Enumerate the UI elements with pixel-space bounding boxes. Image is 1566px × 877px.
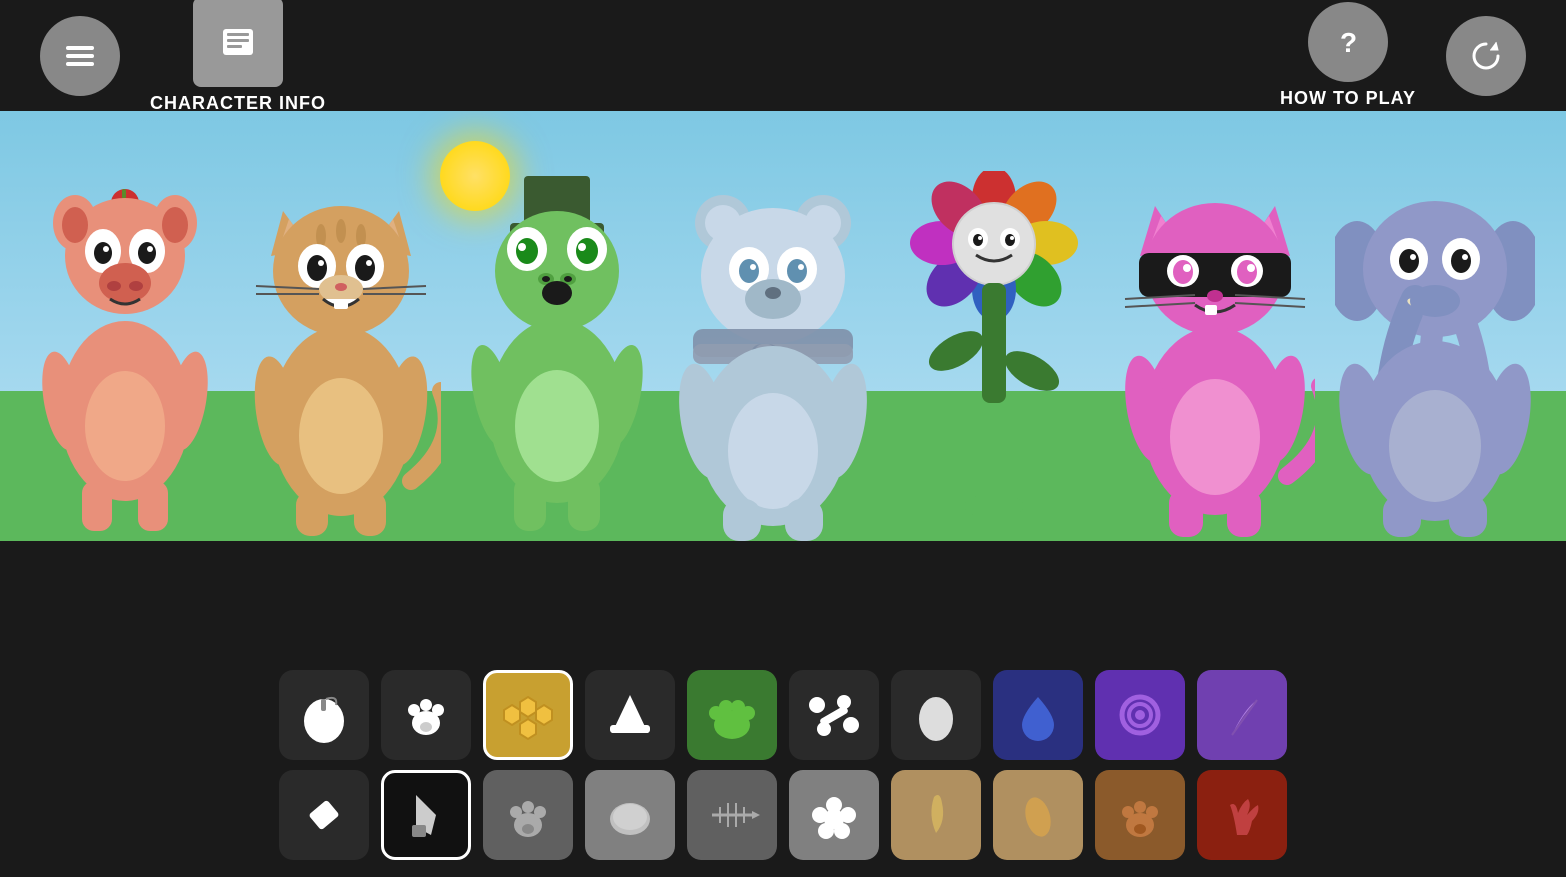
- hat-icon: [600, 685, 660, 745]
- flower-svg: [894, 171, 1094, 541]
- cat-svg: [241, 181, 441, 541]
- masked-cat-svg: [1115, 181, 1315, 541]
- frog-character[interactable]: [462, 171, 652, 541]
- tool-seed[interactable]: [993, 770, 1083, 860]
- bone-icon: [804, 685, 864, 745]
- characters-row: [0, 171, 1566, 541]
- tool-paw[interactable]: [381, 670, 471, 760]
- stone-icon: [600, 785, 660, 845]
- bottom-toolbar: [0, 652, 1566, 877]
- tool-eraser[interactable]: [279, 770, 369, 860]
- tool-paw-brown[interactable]: [1095, 770, 1185, 860]
- fishbone-icon: [702, 785, 762, 845]
- tool-snail[interactable]: [1095, 670, 1185, 760]
- tool-claw[interactable]: [891, 770, 981, 860]
- flower-puff-icon: [804, 785, 864, 845]
- tool-paw-gray[interactable]: [483, 770, 573, 860]
- menu-icon: [60, 36, 100, 76]
- character-info-label: CHARACTER INFO: [150, 93, 326, 114]
- scene: [0, 111, 1566, 541]
- apple-icon: [294, 685, 354, 745]
- tool-knife[interactable]: [381, 770, 471, 860]
- tool-drop[interactable]: [993, 670, 1083, 760]
- top-bar: CHARACTER INFO ? HOW TO PLAY: [0, 0, 1566, 111]
- paw-icon: [396, 685, 456, 745]
- character-info-button-group[interactable]: CHARACTER INFO: [150, 0, 326, 114]
- elephant-character[interactable]: [1335, 181, 1535, 541]
- tool-frog-hand[interactable]: [687, 670, 777, 760]
- character-info-button[interactable]: [193, 0, 283, 87]
- tool-egg[interactable]: [891, 670, 981, 760]
- how-to-play-label: HOW TO PLAY: [1280, 88, 1416, 109]
- cat-character[interactable]: [241, 181, 441, 541]
- claw-icon: [906, 785, 966, 845]
- tool-honeycomb[interactable]: [483, 670, 573, 760]
- frog-svg: [462, 171, 652, 541]
- paw-brown-icon: [1110, 785, 1170, 845]
- snail-icon: [1110, 685, 1170, 745]
- tool-antler[interactable]: [1197, 770, 1287, 860]
- pig-character[interactable]: [30, 181, 220, 541]
- reset-button[interactable]: [1446, 16, 1526, 96]
- svg-text:?: ?: [1340, 27, 1357, 58]
- menu-button-group[interactable]: [40, 16, 120, 96]
- masked-cat-character[interactable]: [1115, 181, 1315, 541]
- tool-fishbone[interactable]: [687, 770, 777, 860]
- eraser-icon: [294, 785, 354, 845]
- tool-feather[interactable]: [1197, 670, 1287, 760]
- reset-icon: [1466, 36, 1506, 76]
- question-icon: ?: [1328, 22, 1368, 62]
- top-left-buttons: CHARACTER INFO: [40, 0, 326, 114]
- drop-icon: [1008, 685, 1068, 745]
- reset-button-group[interactable]: [1446, 16, 1526, 96]
- tool-flower-puff[interactable]: [789, 770, 879, 860]
- knife-icon: [396, 785, 456, 845]
- tool-hat[interactable]: [585, 670, 675, 760]
- how-to-play-button[interactable]: ?: [1308, 2, 1388, 82]
- tool-apple[interactable]: [279, 670, 369, 760]
- frog-hand-icon: [702, 685, 762, 745]
- character-info-icon: [218, 22, 258, 62]
- elephant-svg: [1335, 181, 1535, 541]
- menu-button[interactable]: [40, 16, 120, 96]
- flower-character[interactable]: [894, 171, 1094, 541]
- bear-svg: [673, 181, 873, 541]
- bear-character[interactable]: [673, 181, 873, 541]
- seed-icon: [1008, 785, 1068, 845]
- antler-icon: [1212, 785, 1272, 845]
- toolbar-row-1: [279, 670, 1287, 760]
- egg-icon: [906, 685, 966, 745]
- pig-svg: [30, 181, 220, 541]
- tool-stone[interactable]: [585, 770, 675, 860]
- top-right-buttons: ? HOW TO PLAY: [1280, 2, 1526, 109]
- how-to-play-button-group[interactable]: ? HOW TO PLAY: [1280, 2, 1416, 109]
- feather-icon: [1212, 685, 1272, 745]
- honeycomb-icon: [498, 685, 558, 745]
- tool-bone[interactable]: [789, 670, 879, 760]
- toolbar-row-2: [279, 770, 1287, 860]
- paw-gray-icon: [498, 785, 558, 845]
